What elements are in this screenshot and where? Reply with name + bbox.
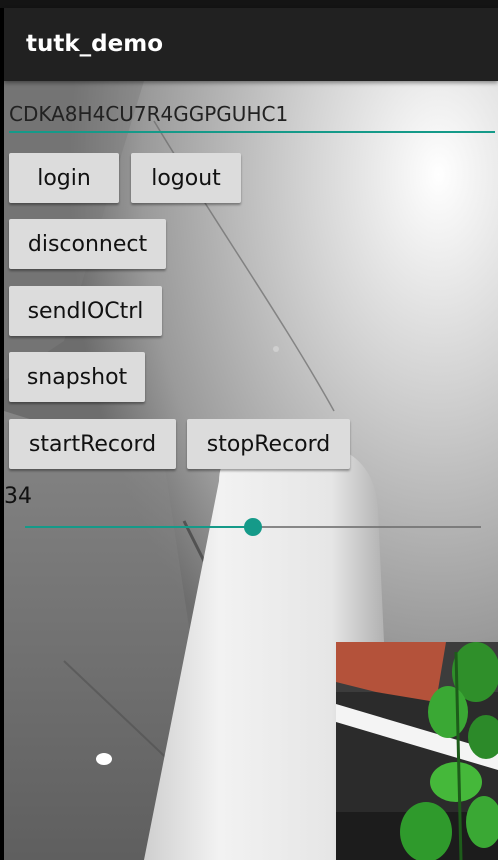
app-title: tutk_demo <box>26 31 163 57</box>
seekbar-thumb[interactable] <box>244 518 262 536</box>
local-preview <box>336 642 498 860</box>
logout-button[interactable]: logout <box>131 153 241 203</box>
stop-record-button[interactable]: stopRecord <box>187 419 350 469</box>
app-bar: tutk_demo <box>4 8 498 81</box>
login-button[interactable]: login <box>9 153 119 203</box>
local-preview-image <box>336 642 498 860</box>
seekbar[interactable] <box>25 512 481 542</box>
send-io-ctrl-button[interactable]: sendIOCtrl <box>9 286 162 336</box>
seekbar-progress <box>25 526 253 528</box>
uid-field[interactable] <box>9 97 495 133</box>
seekbar-value-label: 34 <box>4 484 32 509</box>
disconnect-button[interactable]: disconnect <box>9 219 166 269</box>
status-bar <box>0 0 498 8</box>
snapshot-button[interactable]: snapshot <box>9 352 145 402</box>
start-record-button[interactable]: startRecord <box>9 419 176 469</box>
